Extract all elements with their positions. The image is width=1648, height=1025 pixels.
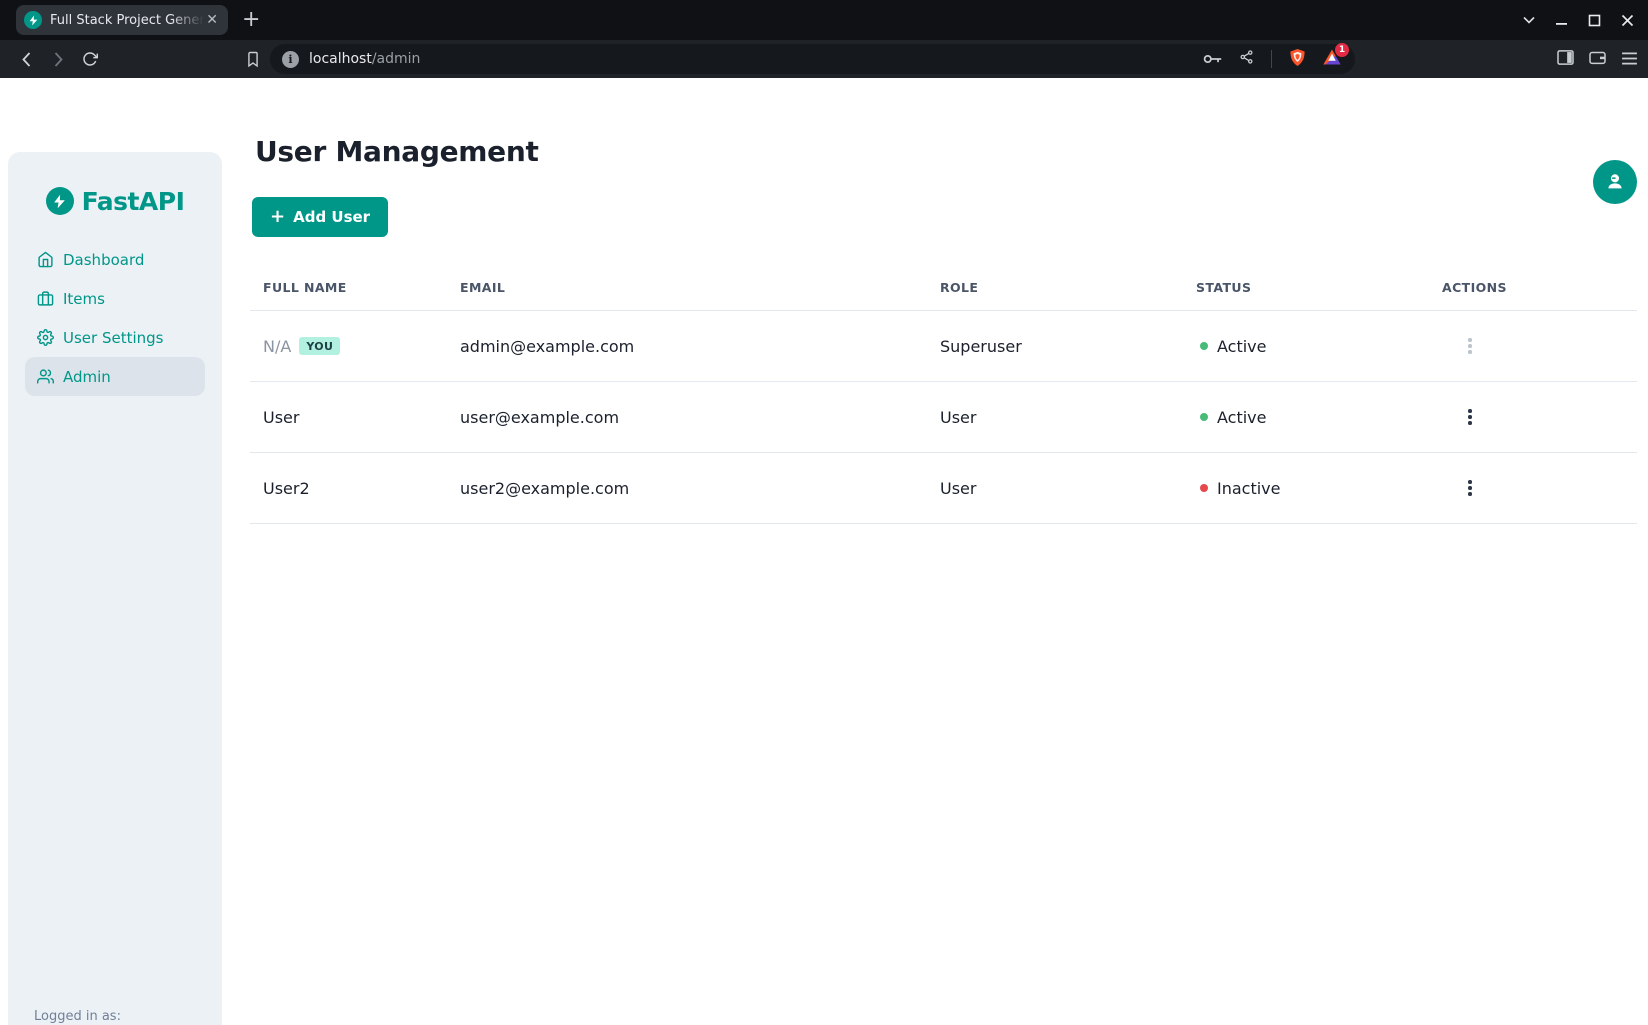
add-user-button[interactable]: + Add User [252, 197, 388, 237]
main-content: User Management + Add User FULL NAME EMA… [222, 135, 1648, 524]
col-actions: ACTIONS [1442, 280, 1637, 295]
table-row: User2 user2@example.com User Inactive [250, 453, 1637, 524]
col-status: STATUS [1196, 280, 1442, 295]
browser-toolbar: i localhost/admin 1 [0, 40, 1648, 78]
status-dot [1200, 413, 1208, 421]
forward-button[interactable] [42, 52, 74, 67]
brave-shield-icon[interactable] [1289, 48, 1306, 71]
users-table: FULL NAME EMAIL ROLE STATUS ACTIONS N/A Y… [250, 264, 1637, 524]
brave-rewards-icon[interactable]: 1 [1323, 49, 1341, 69]
browser-tab[interactable]: Full Stack Project Genera ✕ [16, 5, 228, 35]
address-bar[interactable]: i localhost/admin 1 [270, 44, 1355, 74]
sidebar: FastAPI Dashboard Items User Settings Ad… [8, 152, 222, 1025]
status-cell: Active [1217, 337, 1267, 356]
sidebar-item-dashboard[interactable]: Dashboard [25, 240, 205, 279]
sidebar-item-label: Dashboard [63, 251, 144, 269]
divider [1271, 50, 1272, 68]
status-dot [1200, 342, 1208, 350]
sidebar-item-admin[interactable]: Admin [25, 357, 205, 396]
menu-icon[interactable] [1621, 50, 1638, 69]
sidebar-item-items[interactable]: Items [25, 279, 205, 318]
share-icon[interactable] [1239, 49, 1254, 69]
window-maximize-button[interactable] [1588, 14, 1601, 27]
back-button[interactable] [10, 52, 42, 67]
row-actions-menu-icon [1460, 334, 1480, 358]
logo-text: FastAPI [82, 187, 185, 216]
page-title: User Management [255, 135, 1637, 168]
role-cell: Superuser [940, 337, 1196, 356]
fastapi-logo: FastAPI [8, 186, 222, 216]
full-name-cell: User [250, 408, 460, 427]
row-actions-menu-icon[interactable] [1460, 405, 1480, 429]
wallet-icon[interactable] [1589, 50, 1606, 69]
email-cell: user@example.com [460, 408, 940, 427]
status-cell: Inactive [1217, 479, 1281, 498]
tab-close-icon[interactable]: ✕ [204, 11, 220, 29]
home-icon [37, 251, 54, 268]
reload-button[interactable] [74, 51, 106, 67]
url-text[interactable]: localhost/admin [309, 51, 1203, 67]
tab-search-chevron-icon[interactable] [1523, 16, 1535, 24]
logged-in-info: Logged in as: admin@example.com [8, 1006, 222, 1025]
new-tab-button[interactable]: + [242, 9, 260, 31]
password-key-icon[interactable] [1203, 50, 1222, 69]
fastapi-bolt-icon [46, 187, 74, 215]
col-email: EMAIL [460, 280, 940, 295]
logged-in-label: Logged in as: [34, 1006, 222, 1025]
table-row: N/A YOU admin@example.com Superuser Activ… [250, 311, 1637, 382]
full-name-cell: User2 [250, 479, 460, 498]
browser-tab-bar: Full Stack Project Genera ✕ + [0, 0, 1648, 40]
table-row: User user@example.com User Active [250, 382, 1637, 453]
status-dot [1200, 484, 1208, 492]
plus-icon: + [270, 208, 285, 226]
fastapi-favicon-bolt-icon [24, 11, 42, 29]
tab-title: Full Stack Project Genera [50, 13, 204, 28]
row-actions-menu-icon[interactable] [1460, 476, 1480, 500]
col-role: ROLE [940, 280, 1196, 295]
sidebar-item-label: User Settings [63, 329, 163, 347]
you-badge: YOU [299, 337, 340, 355]
role-cell: User [940, 408, 1196, 427]
sidebar-item-label: Items [63, 290, 105, 308]
window-close-button[interactable] [1621, 14, 1634, 27]
role-cell: User [940, 479, 1196, 498]
site-info-icon[interactable]: i [282, 51, 299, 68]
gear-icon [37, 329, 54, 346]
bookmark-icon[interactable] [246, 51, 260, 68]
sidebar-item-label: Admin [63, 368, 111, 386]
users-icon [37, 368, 54, 385]
user-icon [1604, 171, 1626, 193]
email-cell: admin@example.com [460, 337, 940, 356]
sidebar-panel-icon[interactable] [1557, 50, 1574, 69]
sidebar-nav: Dashboard Items User Settings Admin [8, 240, 222, 396]
app-content: FastAPI Dashboard Items User Settings Ad… [0, 135, 1648, 1025]
user-menu-button[interactable] [1593, 160, 1637, 204]
full-name-cell: N/A [263, 337, 291, 356]
col-full-name: FULL NAME [250, 280, 460, 295]
briefcase-icon [37, 290, 54, 307]
status-cell: Active [1217, 408, 1267, 427]
rewards-notification-badge: 1 [1335, 43, 1349, 57]
window-minimize-button[interactable] [1555, 14, 1568, 27]
sidebar-item-user-settings[interactable]: User Settings [25, 318, 205, 357]
table-header: FULL NAME EMAIL ROLE STATUS ACTIONS [250, 264, 1637, 311]
email-cell: user2@example.com [460, 479, 940, 498]
